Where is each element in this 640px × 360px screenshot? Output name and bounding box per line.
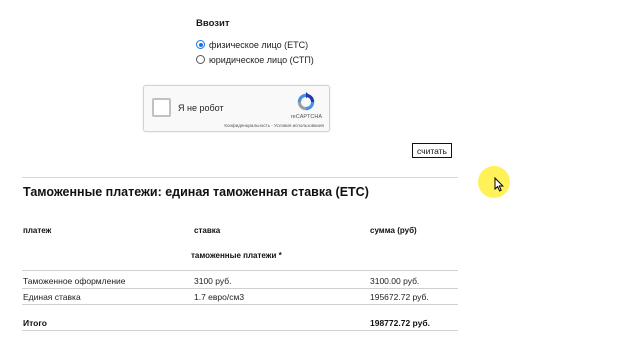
column-header-amount: сумма (руб)	[370, 226, 417, 235]
column-header-rate: ставка	[194, 226, 221, 235]
radio-individual[interactable]: физическое лицо (ЕТС)	[196, 37, 314, 52]
recaptcha-logo-icon	[297, 91, 315, 111]
radio-legal-entity[interactable]: юридическое лицо (СТП)	[196, 52, 314, 67]
total-label: Итого	[23, 318, 47, 328]
row-rate: 3100 руб.	[194, 276, 232, 286]
recaptcha-brand: reCAPTCHA	[290, 114, 322, 120]
radio-button-checked[interactable]	[196, 40, 205, 49]
total-amount: 198772.72 руб.	[370, 318, 430, 328]
table-bottom-divider	[22, 330, 458, 331]
table-row-divider	[22, 288, 458, 289]
row-rate: 1.7 евро/см3	[194, 292, 245, 302]
table-row-divider	[22, 304, 458, 305]
recaptcha-label: Я не робот	[178, 103, 224, 113]
table-row-divider	[22, 270, 458, 271]
radio-legal-entity-label: юридическое лицо (СТП)	[209, 54, 314, 65]
row-amount: 3100.00 руб.	[370, 276, 420, 286]
mouse-cursor-icon	[494, 177, 504, 192]
importer-title: Ввозит	[196, 18, 230, 29]
result-title: Таможенные платежи: единая таможенная ст…	[23, 185, 369, 199]
radio-button[interactable]	[196, 55, 205, 64]
recaptcha-widget: Я не робот reCAPTCHA Конфиденциальность …	[143, 85, 330, 132]
row-payment: Единая ставка	[23, 292, 81, 302]
recaptcha-checkbox[interactable]	[152, 98, 171, 117]
table-subheading: таможенные платежи *	[191, 251, 282, 260]
section-divider	[22, 177, 458, 178]
radio-individual-label: физическое лицо (ЕТС)	[209, 39, 309, 50]
column-header-payment: платеж	[23, 226, 52, 235]
row-amount: 195672.72 руб.	[370, 292, 429, 302]
importer-group: Ввозит физическое лицо (ЕТС) юридическое…	[196, 18, 314, 67]
calculate-button[interactable]: считать	[412, 143, 452, 158]
row-payment: Таможенное оформление	[23, 276, 126, 286]
recaptcha-privacy-terms-links[interactable]: Конфиденциальность - Условия использован…	[224, 123, 324, 128]
